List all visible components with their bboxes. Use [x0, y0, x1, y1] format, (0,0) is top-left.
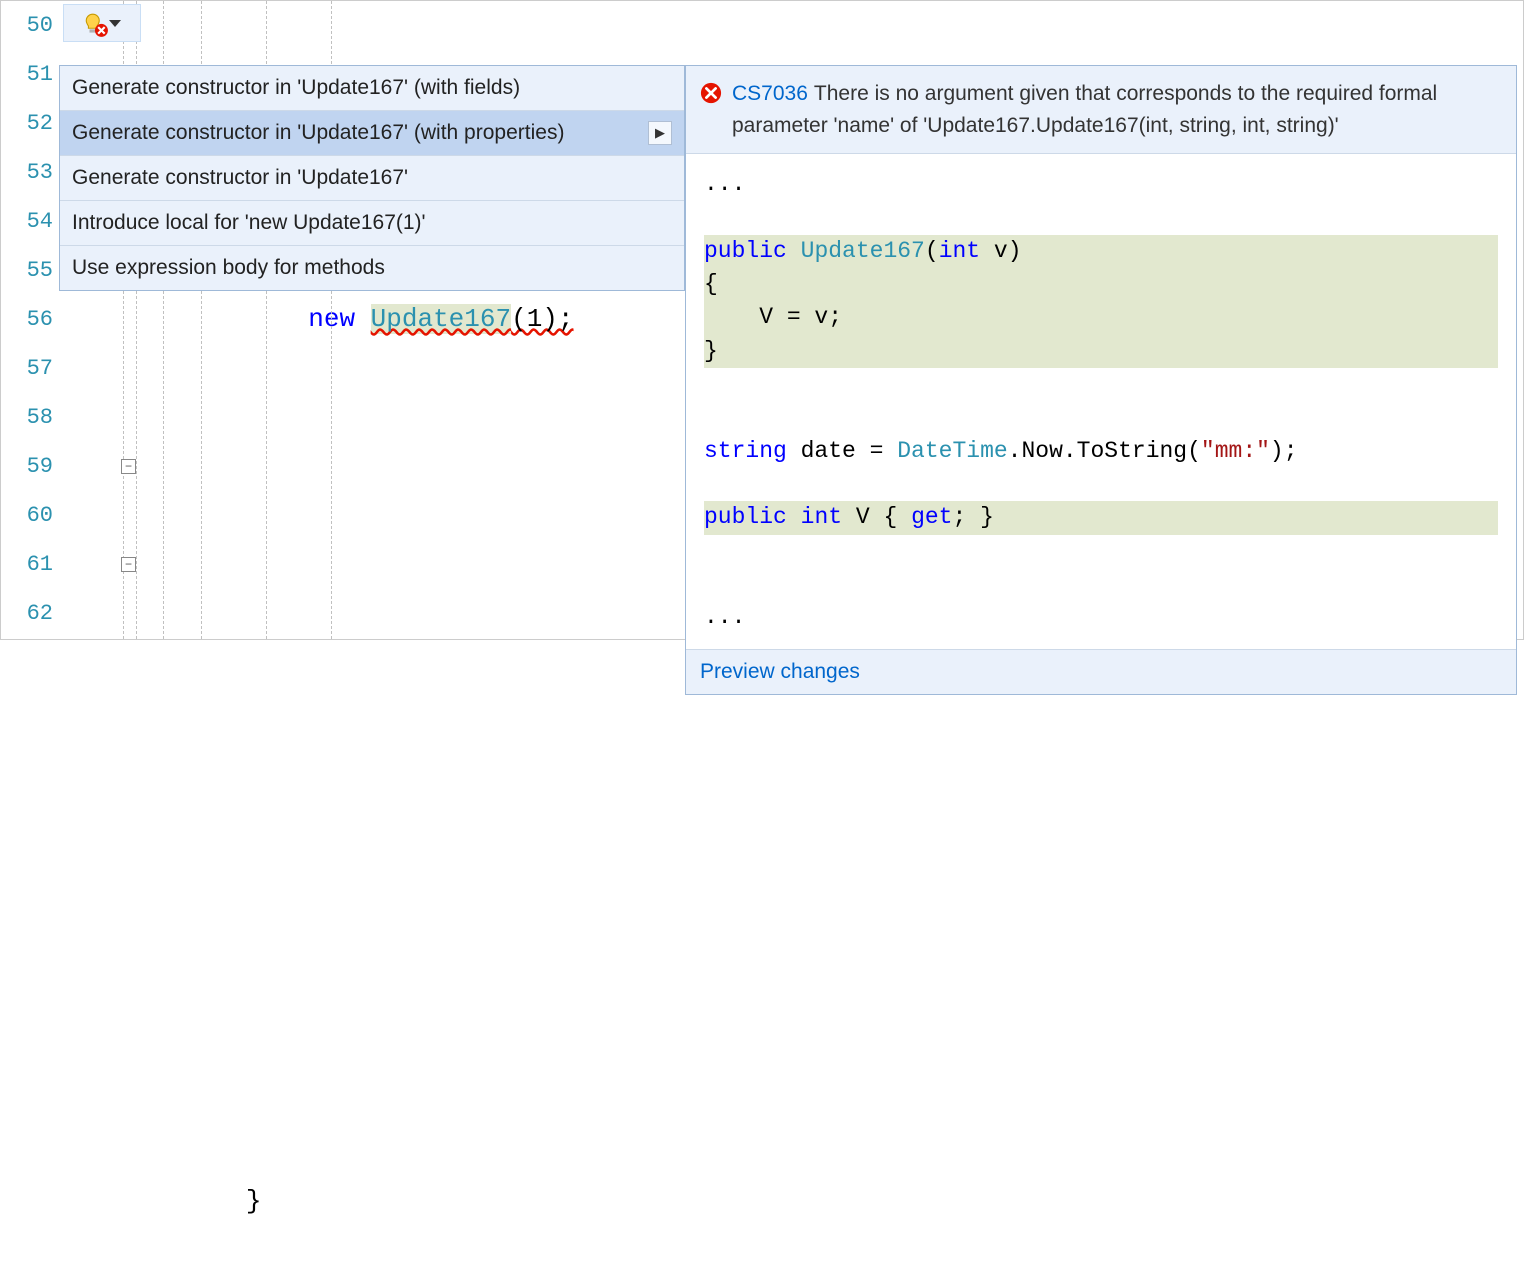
submenu-arrow-icon[interactable]: ▶ — [648, 121, 672, 145]
line-number: 52 — [1, 99, 53, 148]
code-line[interactable]: } — [121, 1177, 1523, 1226]
preview-panel: CS7036There is no argument given that co… — [685, 65, 1517, 695]
line-number: 61 — [1, 540, 53, 589]
line-number: 55 — [1, 246, 53, 295]
line-number-gutter: 50 51 52 53 54 55 56 57 58 59 60 61 62 — [1, 1, 61, 639]
lightbulb-button[interactable] — [63, 4, 141, 42]
line-number: 56 — [1, 295, 53, 344]
quick-action-label: Generate constructor in 'Update167' (wit… — [72, 121, 564, 145]
error-icon — [700, 82, 722, 104]
quick-action-label: Generate constructor in 'Update167' (wit… — [72, 76, 520, 100]
quick-actions-menu: Generate constructor in 'Update167' (wit… — [59, 65, 685, 291]
line-number: 57 — [1, 344, 53, 393]
code-line[interactable] — [121, 736, 1523, 785]
quick-action-label: Use expression body for methods — [72, 256, 385, 280]
inserted-code: public Update167(int v) { V = v; } — [704, 235, 1498, 368]
quick-action-item[interactable]: Generate constructor in 'Update167' (wit… — [60, 111, 684, 156]
inserted-code: public int V { get; } — [704, 501, 1498, 534]
line-number: 62 — [1, 589, 53, 638]
line-number: 51 — [1, 50, 53, 99]
quick-action-item[interactable]: Generate constructor in 'Update167' — [60, 156, 684, 201]
line-number: 60 — [1, 491, 53, 540]
line-number: 50 — [1, 1, 53, 50]
preview-error-header: CS7036There is no argument given that co… — [686, 66, 1516, 154]
quick-action-label: Generate constructor in 'Update167' — [72, 166, 408, 190]
code-line[interactable] — [121, 883, 1523, 932]
line-number: 54 — [1, 197, 53, 246]
quick-action-item[interactable]: Generate constructor in 'Update167' (wit… — [60, 66, 684, 111]
lightbulb-error-icon — [83, 12, 105, 34]
line-number: 53 — [1, 148, 53, 197]
quick-action-item[interactable]: Use expression body for methods — [60, 246, 684, 290]
line-number: 58 — [1, 393, 53, 442]
error-message: There is no argument given that correspo… — [732, 82, 1437, 137]
error-code: CS7036 — [732, 82, 808, 105]
quick-action-label: Introduce local for 'new Update167(1)' — [72, 211, 426, 235]
error-text: CS7036There is no argument given that co… — [732, 78, 1502, 141]
line-number: 59 — [1, 442, 53, 491]
quick-action-item[interactable]: Introduce local for 'new Update167(1)' — [60, 201, 684, 246]
preview-code-body: ... public Update167(int v) { V = v; } s… — [686, 154, 1516, 649]
code-line[interactable] — [121, 1030, 1523, 1079]
chevron-down-icon — [109, 20, 121, 27]
preview-changes-link[interactable]: Preview changes — [686, 649, 1516, 694]
